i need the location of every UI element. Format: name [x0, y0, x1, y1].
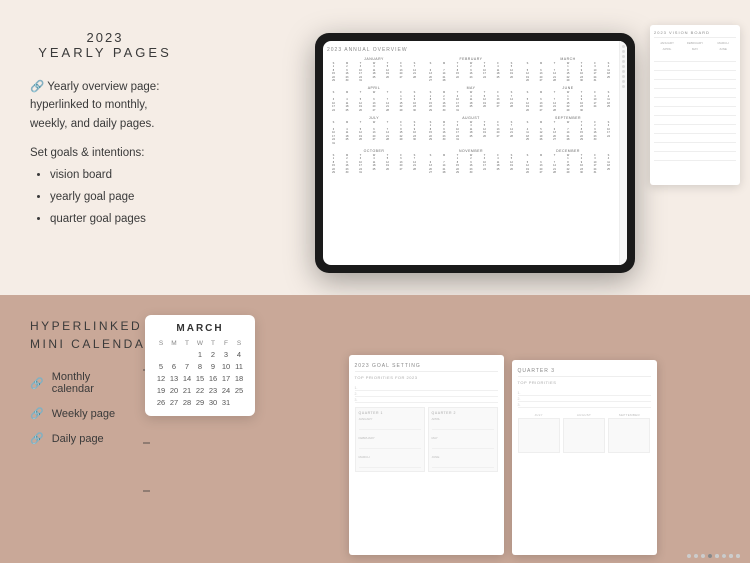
- tablet-header: 2023 ANNUAL OVERVIEW: [327, 47, 615, 53]
- vision-board-title: 2023 VISION BOARD: [654, 30, 736, 38]
- cal-sep: SEPTEMBER SMTWTFS 123 45678910 111213141…: [521, 116, 615, 145]
- top-left-content: 2023 YEARLY PAGES 🔗 Yearly overview page…: [0, 0, 200, 295]
- link-icon-monthly: 🔗: [30, 377, 44, 390]
- quarter-month-aug: AUGUST: [563, 413, 605, 453]
- cal-apr: APRIL SMTWTFS 12 3456789 10111213141516 …: [327, 86, 421, 112]
- hyperlink-feature: 🔗 Yearly overview page: hyperlinked to m…: [30, 78, 180, 133]
- cal-may: MAY SMTWTFS 1234567 891011121314 1516171…: [424, 86, 518, 112]
- quarter-3-page: QUARTER 3 TOP PRIORITIES 1. 2. 3. JULY A…: [512, 360, 657, 555]
- cal-mar: MARCH SMTWTFS 1234 567891011 12131415161…: [521, 57, 615, 83]
- calendar-row-4: OCTOBER SMTWTFS 1234567 891011121314 151…: [327, 149, 615, 175]
- tablet-mockup: 2023 ANNUAL OVERVIEW JANUARY SMTWTFS 123…: [315, 33, 635, 273]
- bottom-section: HYPERLINKED MINI CALENDARS 🔗 Monthlycale…: [0, 295, 750, 563]
- cal-nov: NOVEMBER SMTWTFS 12345 6789101112 131415…: [424, 149, 518, 175]
- goal-pages-container: 2023 GOAL SETTING TOP PRIORITIES FOR 202…: [220, 295, 750, 563]
- cal-jun: JUNE SMTWTFS 1234 567891011 121314151617…: [521, 86, 615, 112]
- goal-page-title: 2023 GOAL SETTING: [355, 363, 498, 372]
- quarter-page-title: QUARTER 3: [518, 368, 651, 377]
- weekly-label: Weekly page: [52, 408, 115, 420]
- mini-cal-month: MARCH: [155, 323, 245, 334]
- tablet-sidebar: [619, 41, 627, 265]
- calendar-row-2: APRIL SMTWTFS 12 3456789 10111213141516 …: [327, 86, 615, 112]
- vision-grid: JANUARY FEBRUARY MARCH APRIL MAY JUNE: [654, 41, 736, 51]
- quarter-priority-list: 1. 2. 3.: [518, 390, 651, 408]
- cal-oct: OCTOBER SMTWTFS 1234567 891011121314 151…: [327, 149, 421, 175]
- sidebar-dot: [622, 55, 625, 58]
- priorities-label: TOP PRIORITIES FOR 2023: [355, 375, 498, 380]
- goals-label: Set goals & intentions:: [30, 147, 180, 159]
- vision-col-apr: APRIL: [654, 47, 680, 51]
- sidebar-dot: [622, 80, 625, 83]
- quarter-grid: QUARTER 1 JANUARY FEBRUARY MARCH QUARTER…: [355, 407, 498, 472]
- goal-setting-page: 2023 GOAL SETTING TOP PRIORITIES FOR 202…: [349, 355, 504, 555]
- top-section: 2023 YEARLY PAGES 🔗 Yearly overview page…: [0, 0, 750, 295]
- cal-aug: AUGUST SMTWTFS 1234567 891011121314 1516…: [424, 116, 518, 145]
- link-icon-daily: 🔗: [30, 432, 44, 445]
- sidebar-dot: [622, 70, 625, 73]
- cal-jan: JANUARY SMTWTFS 1234567 891011121314 151…: [327, 57, 421, 83]
- quarter-month-jul: JULY: [518, 413, 560, 453]
- quarter-month-sep: SEPTEMBER: [608, 413, 650, 453]
- vision-lines: [654, 54, 736, 161]
- section-title: YEARLY PAGES: [30, 45, 180, 60]
- daily-label: Daily page: [52, 433, 104, 445]
- goal-item-1: vision board: [50, 165, 180, 187]
- sidebar-dot: [622, 75, 625, 78]
- mini-cal-grid: S M T W T F S 1 2 3 4 5 6 7 8 9 10 11 12…: [155, 339, 245, 408]
- sidebar-dot: [622, 60, 625, 63]
- vision-col-jan: JANUARY: [654, 41, 680, 45]
- sidebar-dot: [622, 45, 625, 48]
- calendar-row-3: JULY SMTWTFS 12 3456789 10111213141516 1…: [327, 116, 615, 145]
- cal-feb: FEBRUARY SMTWTFS 12345 6789101112 131415…: [424, 57, 518, 83]
- vision-board-preview: 2023 VISION BOARD JANUARY FEBRUARY MARCH…: [650, 25, 740, 185]
- tablet-screen: 2023 ANNUAL OVERVIEW JANUARY SMTWTFS 123…: [323, 41, 627, 265]
- priority-list: 1. 2. 3.: [355, 385, 498, 403]
- sidebar-dot: [622, 50, 625, 53]
- vision-col-may: MAY: [682, 47, 708, 51]
- calendar-row-1: JANUARY SMTWTFS 1234567 891011121314 151…: [327, 57, 615, 83]
- link-icon-weekly: 🔗: [30, 407, 44, 420]
- year-label: 2023: [30, 30, 180, 45]
- tablet-container: 2023 ANNUAL OVERVIEW JANUARY SMTWTFS 123…: [200, 0, 750, 295]
- goals-list: vision board yearly goal page quarter go…: [30, 165, 180, 231]
- cal-jul: JULY SMTWTFS 12 3456789 10111213141516 1…: [327, 116, 421, 145]
- vision-col-feb: FEBRUARY: [682, 41, 708, 45]
- goal-item-3: quarter goal pages: [50, 209, 180, 231]
- quarter-months-grid: JULY AUGUST SEPTEMBER: [518, 413, 651, 453]
- vision-col-mar: MARCH: [710, 41, 736, 45]
- monthly-label: Monthlycalendar: [52, 371, 94, 395]
- quarter-1-cell: QUARTER 1 JANUARY FEBRUARY MARCH: [355, 407, 425, 472]
- goal-item-2: yearly goal page: [50, 187, 180, 209]
- tablet-content: 2023 ANNUAL OVERVIEW JANUARY SMTWTFS 123…: [323, 41, 619, 265]
- daily-page-item: 🔗 Daily page: [30, 432, 210, 445]
- cal-dec: DECEMBER SMTWTFS 1234 567891011 12131415…: [521, 149, 615, 175]
- quarter-priorities-label: TOP PRIORITIES: [518, 380, 651, 385]
- sidebar-dot: [622, 85, 625, 88]
- vision-col-jun: JUNE: [710, 47, 736, 51]
- quarter-2-cell: QUARTER 2 APRIL MAY JUNE: [428, 407, 498, 472]
- mini-calendar-card: MARCH S M T W T F S 1 2 3 4 5 6 7 8 9 10…: [145, 315, 255, 416]
- sidebar-dot: [622, 65, 625, 68]
